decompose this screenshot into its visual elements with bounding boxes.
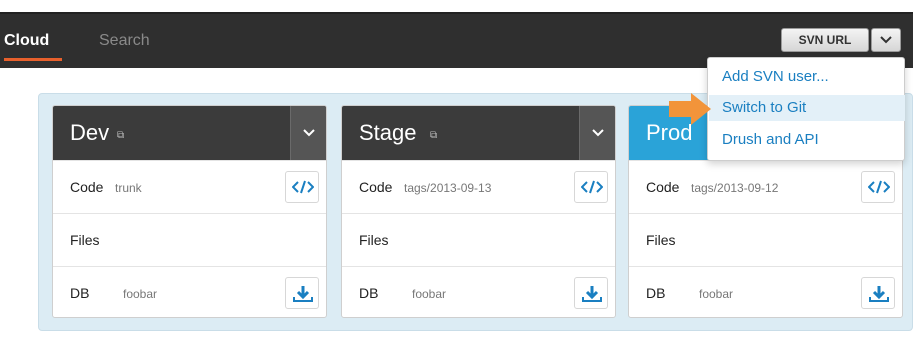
svn-menu-toggle-button[interactable] bbox=[871, 28, 901, 52]
code-label: Code bbox=[646, 179, 680, 195]
code-icon bbox=[868, 180, 890, 194]
environment-header: Dev ⧉ bbox=[53, 106, 326, 160]
environment-card-dev: Dev ⧉ Code trunk Files DB foobar bbox=[52, 105, 327, 318]
environment-title[interactable]: Stage bbox=[359, 120, 417, 146]
db-label: DB bbox=[646, 285, 666, 301]
code-row: Code tags/2013-09-13 bbox=[342, 160, 615, 213]
code-branch-value: tags/2013-09-12 bbox=[691, 181, 779, 195]
code-label: Code bbox=[70, 179, 104, 195]
download-icon bbox=[869, 286, 889, 302]
menu-item-switch-to-git[interactable]: Switch to Git bbox=[722, 99, 806, 116]
files-label[interactable]: Files bbox=[646, 232, 676, 248]
code-icon bbox=[581, 180, 603, 194]
code-button[interactable] bbox=[285, 171, 319, 203]
db-row: DB foobar bbox=[629, 266, 902, 317]
tab-search[interactable]: Search bbox=[99, 32, 150, 50]
code-button[interactable] bbox=[574, 171, 608, 203]
db-download-button[interactable] bbox=[574, 277, 608, 309]
external-link-icon[interactable]: ⧉ bbox=[117, 130, 124, 141]
active-tab-indicator bbox=[4, 58, 62, 61]
db-name-value: foobar bbox=[123, 287, 158, 301]
download-icon bbox=[582, 286, 602, 302]
svn-url-button[interactable]: SVN URL bbox=[781, 28, 869, 52]
db-label: DB bbox=[70, 285, 90, 301]
environment-menu-button[interactable] bbox=[290, 106, 326, 160]
db-download-button[interactable] bbox=[285, 277, 319, 309]
db-name-value: foobar bbox=[699, 287, 734, 301]
app-frame: Cloud Search SVN URL Dev ⧉ Code trunk Fi… bbox=[0, 0, 913, 341]
external-link-icon[interactable]: ⧉ bbox=[430, 130, 437, 141]
code-row: Code trunk bbox=[53, 160, 326, 213]
tab-cloud[interactable]: Cloud bbox=[4, 32, 49, 50]
db-name-value: foobar bbox=[412, 287, 447, 301]
files-label[interactable]: Files bbox=[70, 232, 100, 248]
code-icon bbox=[292, 180, 314, 194]
menu-item-add-svn-user[interactable]: Add SVN user... bbox=[722, 68, 829, 85]
svn-dropdown-menu: Add SVN user... Switch to Git Drush and … bbox=[707, 57, 905, 161]
environment-title[interactable]: Dev bbox=[70, 120, 109, 146]
db-row: DB foobar bbox=[342, 266, 615, 317]
environment-header: Stage ⧉ bbox=[342, 106, 615, 160]
code-branch-value: tags/2013-09-13 bbox=[404, 181, 492, 195]
files-row: Files bbox=[53, 213, 326, 266]
download-icon bbox=[293, 286, 313, 302]
arrow-pointer-icon bbox=[669, 93, 711, 125]
code-label: Code bbox=[359, 179, 393, 195]
menu-item-drush-and-api[interactable]: Drush and API bbox=[722, 131, 819, 148]
db-row: DB foobar bbox=[53, 266, 326, 317]
environment-card-stage: Stage ⧉ Code tags/2013-09-13 Files DB fo… bbox=[341, 105, 616, 318]
files-row: Files bbox=[342, 213, 615, 266]
files-label[interactable]: Files bbox=[359, 232, 389, 248]
chevron-down-icon bbox=[592, 129, 604, 137]
chevron-down-icon bbox=[303, 129, 315, 137]
environment-menu-button[interactable] bbox=[579, 106, 615, 160]
files-row: Files bbox=[629, 213, 902, 266]
code-row: Code tags/2013-09-12 bbox=[629, 160, 902, 213]
code-button[interactable] bbox=[861, 171, 895, 203]
db-label: DB bbox=[359, 285, 379, 301]
chevron-down-icon bbox=[880, 36, 892, 44]
db-download-button[interactable] bbox=[861, 277, 895, 309]
code-branch-value: trunk bbox=[115, 181, 142, 195]
